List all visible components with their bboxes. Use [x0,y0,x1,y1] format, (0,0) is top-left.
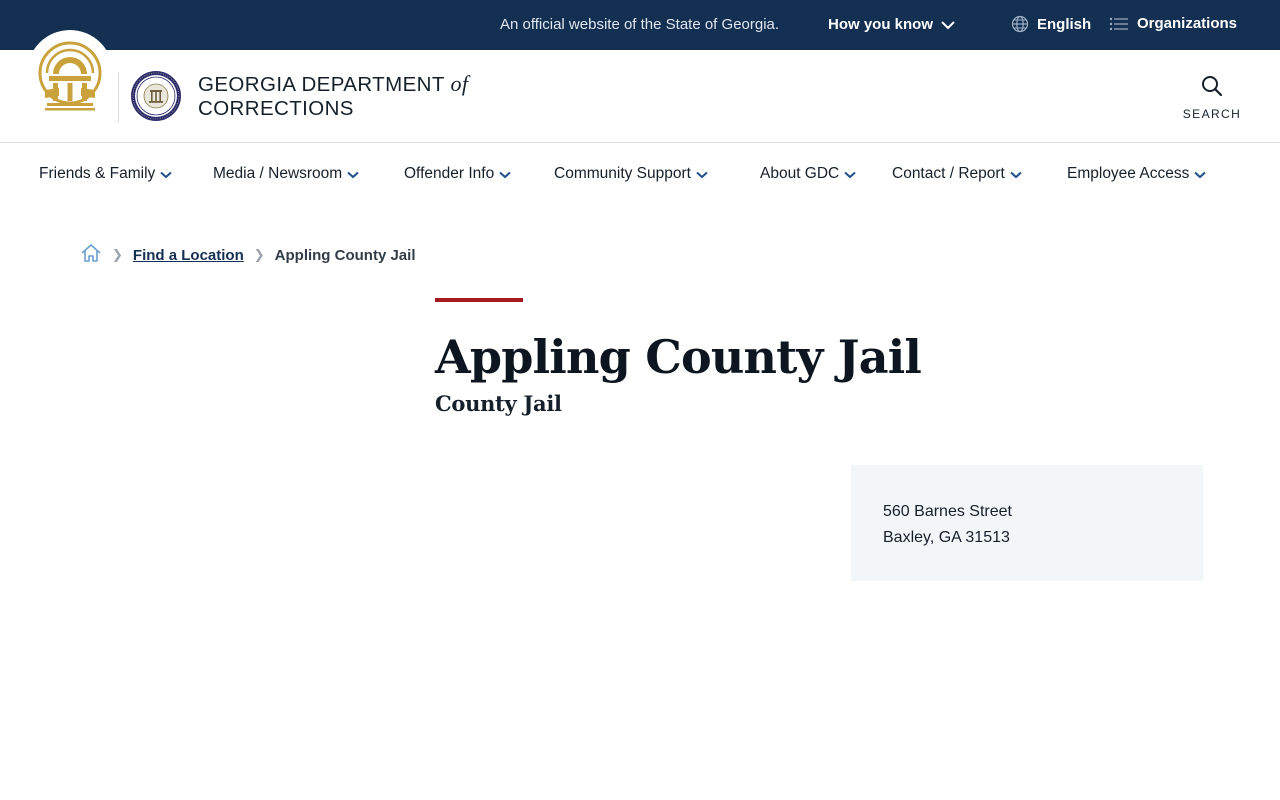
language-label: English [1037,15,1092,33]
nav-item-community-support[interactable]: Community Support [554,165,708,183]
official-website-text: An official website of the State of Geor… [500,16,780,33]
page-subtitle: County Jail [435,391,562,416]
chevron-right-icon: ❯ [112,247,123,262]
nav-item-offender-info[interactable]: Offender Info [404,165,511,183]
nav-item-label: About GDC [760,165,840,182]
breadcrumb: ❯ Find a Location ❯ Appling County Jail [80,242,416,268]
nav-item-label: Offender Info [404,165,495,182]
globe-icon [1011,15,1029,33]
chevron-down-icon [941,20,955,29]
list-icon [1109,17,1128,30]
nav-item-employee-access[interactable]: Employee Access [1067,165,1207,183]
nav-item-label: Friends & Family [39,165,156,182]
site-title-line2: CORRECTIONS [198,97,354,120]
site-title[interactable]: GEORGIA DEPARTMENT of CORRECTIONS [198,72,468,121]
chevron-down-icon [1010,171,1022,179]
georgia-arch-seal-icon [38,41,102,111]
page-title: Appling County Jail [435,330,922,384]
breadcrumb-home-link[interactable] [80,242,102,268]
site-title-line1: GEORGIA DEPARTMENT [198,73,445,96]
logo-divider [118,72,119,122]
gdc-seal-logo[interactable] [130,70,182,127]
chevron-down-icon [844,171,856,179]
breadcrumb-find-location-link[interactable]: Find a Location [133,247,244,264]
search-label: SEARCH [1182,107,1242,121]
nav-item-friends-family[interactable]: Friends & Family [39,165,172,183]
nav-item-media-newsroom[interactable]: Media / Newsroom [213,165,359,183]
nav-item-label: Media / Newsroom [213,165,343,182]
search-icon [1202,76,1223,97]
nav-item-about-gdc[interactable]: About GDC [760,165,856,183]
how-you-know-button[interactable]: How you know [828,16,955,33]
site-header: GEORGIA DEPARTMENT of CORRECTIONS SEARCH [0,50,1280,143]
chevron-down-icon [696,171,708,179]
breadcrumb-current: Appling County Jail [274,246,416,264]
language-selector[interactable]: English [1011,15,1091,33]
how-you-know-label: How you know [828,16,933,33]
address-city-state-zip: Baxley, GA 31513 [883,529,1010,546]
title-accent-bar [435,298,523,302]
main-navigation: Friends & Family Media / Newsroom Offend… [0,143,1280,205]
chevron-right-icon: ❯ [253,247,265,262]
chevron-down-icon [160,171,172,179]
nav-item-label: Community Support [554,165,691,182]
search-button[interactable]: SEARCH [1180,74,1244,121]
organizations-button[interactable]: Organizations [1109,15,1237,32]
nav-item-label: Employee Access [1067,165,1190,182]
nav-item-label: Contact / Report [892,165,1005,182]
address-street: 560 Barnes Street [883,503,1012,520]
site-title-of: of [450,71,469,96]
official-banner: An official website of the State of Geor… [0,0,1280,50]
chevron-down-icon [1194,171,1207,179]
address-card: 560 Barnes Street Baxley, GA 31513 [851,465,1203,581]
chevron-down-icon [347,171,359,179]
gdc-seal-icon [131,71,181,121]
nav-item-contact-report[interactable]: Contact / Report [892,165,1022,183]
georgia-seal-logo[interactable] [27,30,113,116]
home-icon [81,244,101,262]
chevron-down-icon [499,171,511,179]
organizations-label: Organizations [1137,15,1238,32]
